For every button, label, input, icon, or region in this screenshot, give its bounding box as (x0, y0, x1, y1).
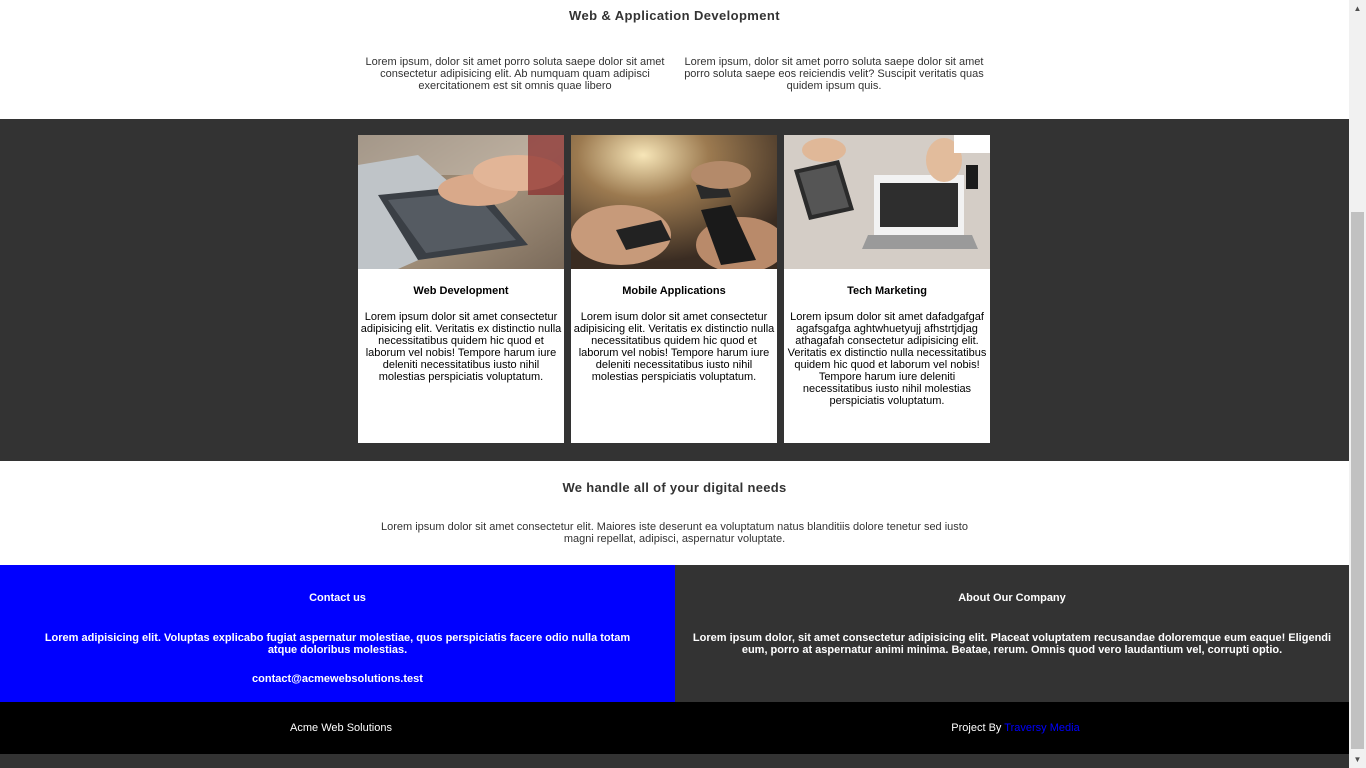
card-text: Lorem isum dolor sit amet consectetur ad… (573, 311, 775, 383)
footer-credit: Project By Traversy Media (682, 722, 1349, 734)
needs-text: Lorem ipsum dolor sit amet consectetur e… (381, 521, 968, 545)
scroll-up-arrow-icon[interactable]: ▲ (1349, 0, 1366, 17)
card-text: Lorem ipsum dolor sit amet dafadgafgaf a… (787, 311, 987, 407)
intro-section: Web & Application Development Lorem ipsu… (0, 0, 1349, 119)
phones-hands-image (571, 135, 777, 269)
scroll-down-arrow-icon[interactable]: ▼ (1349, 751, 1366, 768)
needs-title: We handle all of your digital needs (562, 480, 787, 495)
laptop-typing-image (358, 135, 564, 269)
service-card-mobile-applications: Mobile Applications Lorem isum dolor sit… (571, 135, 777, 443)
contact-title: Contact us (309, 592, 366, 604)
services-section: Web Development Lorem ipsum dolor sit am… (0, 119, 1349, 461)
tablet-laptop-image (784, 135, 990, 269)
page: Web & Application Development Lorem ipsu… (0, 0, 1349, 768)
intro-title: Web & Application Development (569, 8, 780, 23)
card-text: Lorem ipsum dolor sit amet consectetur a… (360, 311, 562, 383)
intro-text-right: Lorem ipsum, dolor sit amet porro soluta… (684, 56, 984, 92)
card-title: Web Development (413, 285, 509, 297)
vertical-scrollbar[interactable]: ▲ ▼ (1349, 0, 1366, 768)
card-title: Mobile Applications (622, 285, 726, 297)
footer-brand: Acme Web Solutions (290, 722, 392, 734)
scrollbar-thumb[interactable] (1351, 212, 1364, 749)
about-panel: About Our Company Lorem ipsum dolor, sit… (675, 565, 1349, 702)
card-title: Tech Marketing (847, 285, 927, 297)
contact-text: Lorem adipisicing elit. Voluptas explica… (44, 632, 631, 656)
contact-email: contact@acmewebsolutions.test (252, 673, 423, 685)
credit-prefix: Project By (951, 722, 1002, 734)
footer: Acme Web Solutions Project By Traversy M… (0, 702, 1349, 754)
service-card-tech-marketing: Tech Marketing Lorem ipsum dolor sit ame… (784, 135, 990, 443)
intro-text-left: Lorem ipsum, dolor sit amet porro soluta… (365, 56, 665, 92)
traversy-media-link[interactable]: Traversy Media (1004, 722, 1079, 734)
digital-needs-section: We handle all of your digital needs Lore… (0, 461, 1349, 565)
contact-panel: Contact us Lorem adipisicing elit. Volup… (0, 565, 675, 702)
service-card-web-development: Web Development Lorem ipsum dolor sit am… (358, 135, 564, 443)
about-text: Lorem ipsum dolor, sit amet consectetur … (692, 632, 1332, 656)
about-title: About Our Company (958, 592, 1066, 604)
